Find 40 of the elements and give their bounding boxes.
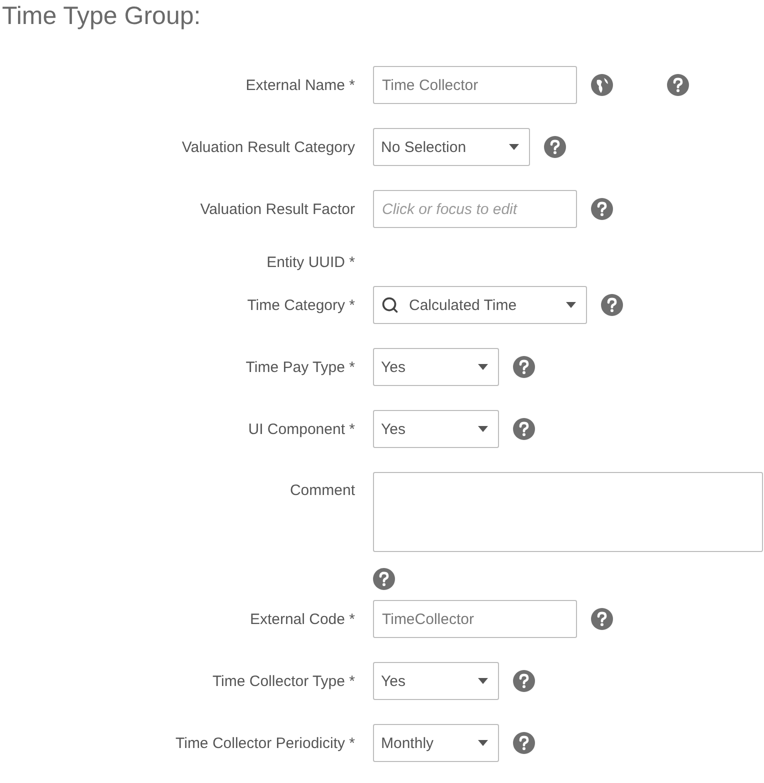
text-field[interactable]: Time Collector [373,66,577,104]
help-icon[interactable] [373,568,395,590]
help-icon[interactable] [513,418,535,440]
dropdown-field[interactable]: Calculated Time [373,286,587,324]
help-icon[interactable] [667,74,689,96]
comment-field[interactable] [373,472,763,552]
page-title: Time Type Group: [1,1,202,32]
help-icon[interactable] [513,356,535,378]
field-label: Time Pay Type * [244,358,355,376]
globe-icon[interactable] [591,74,613,96]
help-icon[interactable] [513,732,535,754]
dropdown-field[interactable]: Yes [373,410,499,448]
field-label: External Name * [244,76,355,94]
field-label: Time Category * [246,296,355,314]
caret-icon [478,426,488,432]
field-label: Entity UUID * [266,254,355,270]
search-icon [381,296,399,314]
caret-icon [478,364,488,370]
caret-icon [566,302,576,308]
text-field[interactable]: Click or focus to edit [373,190,577,228]
field-label: Time Collector Type * [211,672,355,690]
dropdown-field[interactable]: Yes [373,348,499,386]
help-icon[interactable] [544,136,566,158]
field-label: External Code * [248,610,355,628]
caret-icon [509,144,519,150]
field-label: Valuation Result Factor [199,200,355,218]
caret-icon [478,678,488,684]
dropdown-field[interactable]: Yes [373,662,499,700]
help-icon[interactable] [591,608,613,630]
caret-icon [478,740,488,746]
help-icon[interactable] [601,294,623,316]
field-label: Valuation Result Category [180,138,355,156]
dropdown-field[interactable]: No Selection [373,128,530,166]
text-field[interactable]: TimeCollector [373,600,577,638]
dropdown-field[interactable]: Monthly [373,724,499,762]
help-icon[interactable] [591,198,613,220]
help-icon[interactable] [513,670,535,692]
field-label: Time Collector Periodicity * [174,734,355,752]
field-label: UI Component * [247,420,355,438]
field-label: Comment [288,481,355,499]
